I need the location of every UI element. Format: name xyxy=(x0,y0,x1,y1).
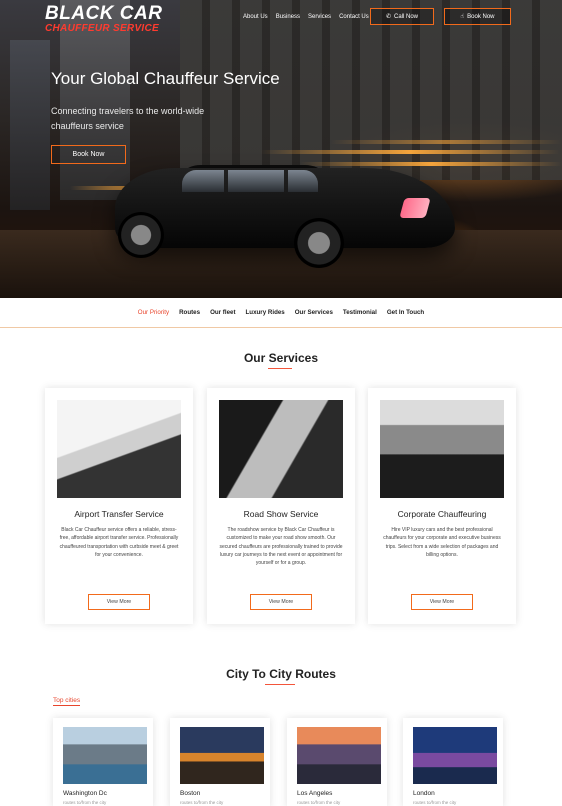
subnav-testimonial[interactable]: Testimonial xyxy=(343,309,377,316)
brand-name: BLACK CAR xyxy=(45,3,163,24)
city-image xyxy=(180,727,264,784)
book-now-header-button[interactable]: ☝ Book Now xyxy=(444,8,511,25)
service-card-title: Airport Transfer Service xyxy=(74,509,164,519)
hero-book-now-button[interactable]: Book Now xyxy=(51,145,126,164)
service-card-description: Black Car Chauffeur service offers a rel… xyxy=(59,527,179,558)
city-card-los-angeles[interactable]: Los Angeles routes to/from the city xyxy=(287,718,387,806)
call-now-label: Call Now xyxy=(394,13,419,20)
car-taillight xyxy=(399,198,431,218)
subnav-routes[interactable]: Routes xyxy=(179,309,200,316)
service-card-airport: Airport Transfer Service Black Car Chauf… xyxy=(45,388,193,624)
subnav-our-fleet[interactable]: Our fleet xyxy=(210,309,235,316)
city-card-london[interactable]: London routes to/from the city xyxy=(403,718,503,806)
main-nav: About Us Business Services Contact Us xyxy=(243,14,369,20)
city-name: Washington Dc xyxy=(63,790,107,797)
brand-tagline: CHAUFFEUR SERVICE xyxy=(45,23,159,34)
city-image xyxy=(297,727,381,784)
hand-icon: ☝ xyxy=(460,14,465,20)
airport-transfer-image xyxy=(57,400,181,498)
phone-icon: ✆ xyxy=(385,14,391,20)
subnav-our-services[interactable]: Our Services xyxy=(295,309,333,316)
city-card-boston[interactable]: Boston routes to/from the city xyxy=(170,718,270,806)
corporate-chauffeuring-image xyxy=(380,400,504,498)
service-card-corporate: Corporate Chauffeuring Hire VIP luxury c… xyxy=(368,388,516,624)
city-card-washington[interactable]: Washington Dc routes to/from the city xyxy=(53,718,153,806)
hero-subtitle: Connecting travelers to the world-wide c… xyxy=(51,106,205,131)
nav-business[interactable]: Business xyxy=(276,14,300,20)
nav-services[interactable]: Services xyxy=(308,14,331,20)
city-image xyxy=(413,727,497,784)
routes-section-title: City To City Routes xyxy=(226,667,336,681)
view-more-button[interactable]: View More xyxy=(411,594,473,610)
light-streak xyxy=(300,162,562,166)
services-section-title: Our Services xyxy=(243,351,319,365)
hero-building xyxy=(10,40,50,210)
view-more-button[interactable]: View More xyxy=(88,594,150,610)
car-window xyxy=(288,170,318,192)
city-name: Los Angeles xyxy=(297,790,333,797)
car-wheel xyxy=(118,212,164,258)
service-card-road-show: Road Show Service The roadshow service b… xyxy=(207,388,355,624)
subnav-our-priority[interactable]: Our Priority xyxy=(138,309,169,316)
car-wheel xyxy=(294,218,344,268)
car-window xyxy=(182,170,224,192)
service-card-title: Corporate Chauffeuring xyxy=(397,509,487,519)
subnav-luxury-rides[interactable]: Luxury Rides xyxy=(246,309,285,316)
view-more-button[interactable]: View More xyxy=(250,594,312,610)
city-image xyxy=(63,727,147,784)
section-subnav: Our Priority Routes Our fleet Luxury Rid… xyxy=(0,298,562,328)
city-name: London xyxy=(413,790,435,797)
light-streak xyxy=(330,140,562,144)
tab-top-cities[interactable]: Top cities xyxy=(53,697,81,706)
book-now-header-label: Book Now xyxy=(467,13,495,20)
subnav-get-in-touch[interactable]: Get In Touch xyxy=(387,309,424,316)
city-subtitle: routes to/from the city xyxy=(63,800,107,805)
service-card-title: Road Show Service xyxy=(243,509,319,519)
hero-section: BLACK CAR CHAUFFEUR SERVICE About Us Bus… xyxy=(0,0,562,298)
hero-title: Your Global Chauffeur Service xyxy=(51,69,280,88)
city-subtitle: routes to/from the city xyxy=(413,800,457,805)
nav-contact-us[interactable]: Contact Us xyxy=(339,14,369,20)
road-show-image xyxy=(219,400,343,498)
city-subtitle: routes to/from the city xyxy=(180,800,224,805)
service-card-description: Hire VIP luxury cars and the best profes… xyxy=(383,527,501,558)
city-subtitle: routes to/from the city xyxy=(297,800,341,805)
service-card-description: The roadshow service by Black Car Chauff… xyxy=(219,527,343,567)
call-now-button[interactable]: ✆ Call Now xyxy=(370,8,434,25)
nav-about-us[interactable]: About Us xyxy=(243,14,268,20)
light-streak xyxy=(260,150,560,154)
car-window xyxy=(228,170,284,192)
city-name: Boston xyxy=(180,790,201,797)
brand-logo[interactable]: BLACK CAR CHAUFFEUR SERVICE xyxy=(45,4,162,34)
section-underline xyxy=(265,684,295,685)
section-underline xyxy=(268,368,292,369)
